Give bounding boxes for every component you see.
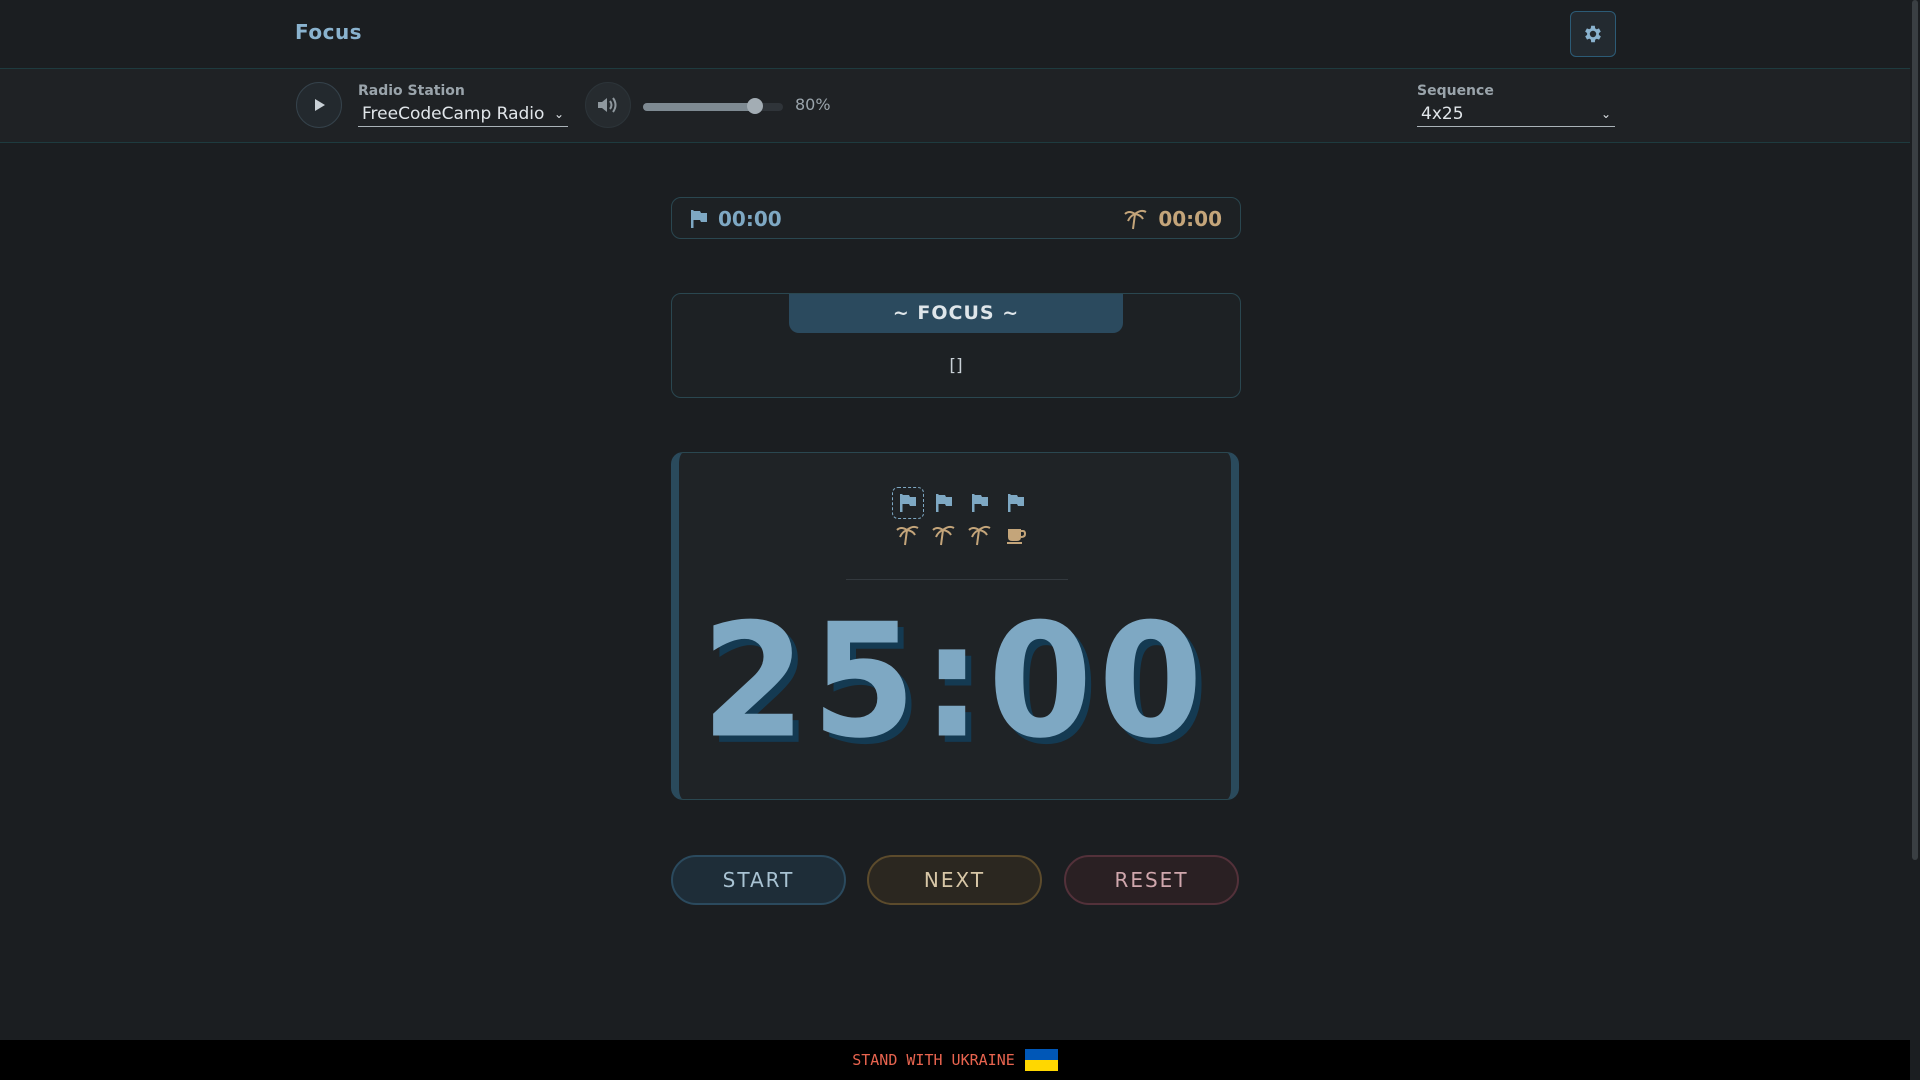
- palm-tree-icon: [1124, 209, 1147, 230]
- break-total: 00:00: [1124, 207, 1222, 231]
- break-step: [928, 519, 960, 551]
- app-title: Focus: [295, 20, 363, 44]
- top-header: Focus: [0, 0, 1910, 69]
- flag-icon: [691, 210, 707, 228]
- radio-bar: Radio Station FreeCodeCamp Radio ⌄ 80% S…: [0, 69, 1910, 143]
- focus-step: [928, 487, 960, 519]
- radio-station-select[interactable]: FreeCodeCamp Radio ⌄: [358, 102, 568, 127]
- radio-station-label: Radio Station: [358, 83, 465, 99]
- focus-panel-text: []: [949, 356, 963, 376]
- focus-panel-title: ~ FOCUS ~: [789, 294, 1123, 333]
- palm-tree-icon: [968, 524, 992, 546]
- coffee-icon: [1006, 525, 1026, 545]
- volume-button[interactable]: [585, 82, 631, 128]
- flag-icon: [935, 493, 953, 513]
- volume-value: 80%: [795, 95, 831, 114]
- flag-icon: [971, 493, 989, 513]
- break-step: [892, 519, 924, 551]
- sequence-select[interactable]: 4x25 ⌄: [1417, 102, 1615, 127]
- timer-display: 25:00: [701, 590, 1209, 774]
- focus-total-time: 00:00: [718, 207, 782, 231]
- flag-bottom-stripe: [1024, 1060, 1058, 1071]
- volume-slider-fill: [643, 103, 755, 111]
- flag-top-stripe: [1024, 1049, 1058, 1060]
- timer-card: 25:00: [671, 452, 1239, 800]
- focus-total: 00:00: [690, 207, 782, 231]
- chevron-down-icon: ⌄: [1600, 107, 1611, 121]
- volume-slider-thumb[interactable]: [747, 98, 763, 114]
- next-button[interactable]: NEXT: [867, 855, 1042, 905]
- sequence-steps: [892, 487, 1032, 551]
- break-step: [964, 519, 996, 551]
- start-button[interactable]: START: [671, 855, 846, 905]
- gear-icon: [1585, 25, 1601, 43]
- play-icon: [315, 99, 325, 111]
- radio-station-group: Radio Station FreeCodeCamp Radio ⌄: [358, 83, 568, 127]
- sequence-label: Sequence: [1417, 83, 1494, 99]
- scrollbar[interactable]: [1910, 0, 1920, 1080]
- ukraine-flag-icon: [1024, 1049, 1058, 1071]
- focus-step: [964, 487, 996, 519]
- settings-button[interactable]: [1570, 11, 1616, 57]
- focus-step: [892, 487, 924, 519]
- volume-slider[interactable]: [643, 98, 783, 114]
- scrollbar-thumb[interactable]: [1912, 0, 1918, 860]
- flag-icon: [899, 493, 917, 513]
- break-steps-row: [892, 519, 1032, 551]
- sequence-value: 4x25: [1421, 104, 1464, 124]
- footer-text: STAND WITH UKRAINE: [852, 1051, 1015, 1069]
- reset-button[interactable]: RESET: [1064, 855, 1239, 905]
- totals-bar: 00:00 00:00: [671, 197, 1241, 239]
- footer-banner[interactable]: STAND WITH UKRAINE: [0, 1040, 1910, 1080]
- divider: [846, 579, 1068, 580]
- play-button[interactable]: [296, 82, 342, 128]
- break-step: [1000, 519, 1032, 551]
- chevron-down-icon: ⌄: [553, 107, 564, 121]
- volume-icon: [598, 97, 617, 113]
- focus-step: [1000, 487, 1032, 519]
- palm-tree-icon: [932, 524, 956, 546]
- sequence-group: Sequence 4x25 ⌄: [1417, 83, 1615, 127]
- palm-tree-icon: [896, 524, 920, 546]
- focus-panel: ~ FOCUS ~ []: [671, 293, 1241, 398]
- radio-station-value: FreeCodeCamp Radio: [362, 104, 545, 124]
- focus-steps-row: [892, 487, 1032, 519]
- flag-icon: [1007, 493, 1025, 513]
- break-total-time: 00:00: [1158, 207, 1222, 231]
